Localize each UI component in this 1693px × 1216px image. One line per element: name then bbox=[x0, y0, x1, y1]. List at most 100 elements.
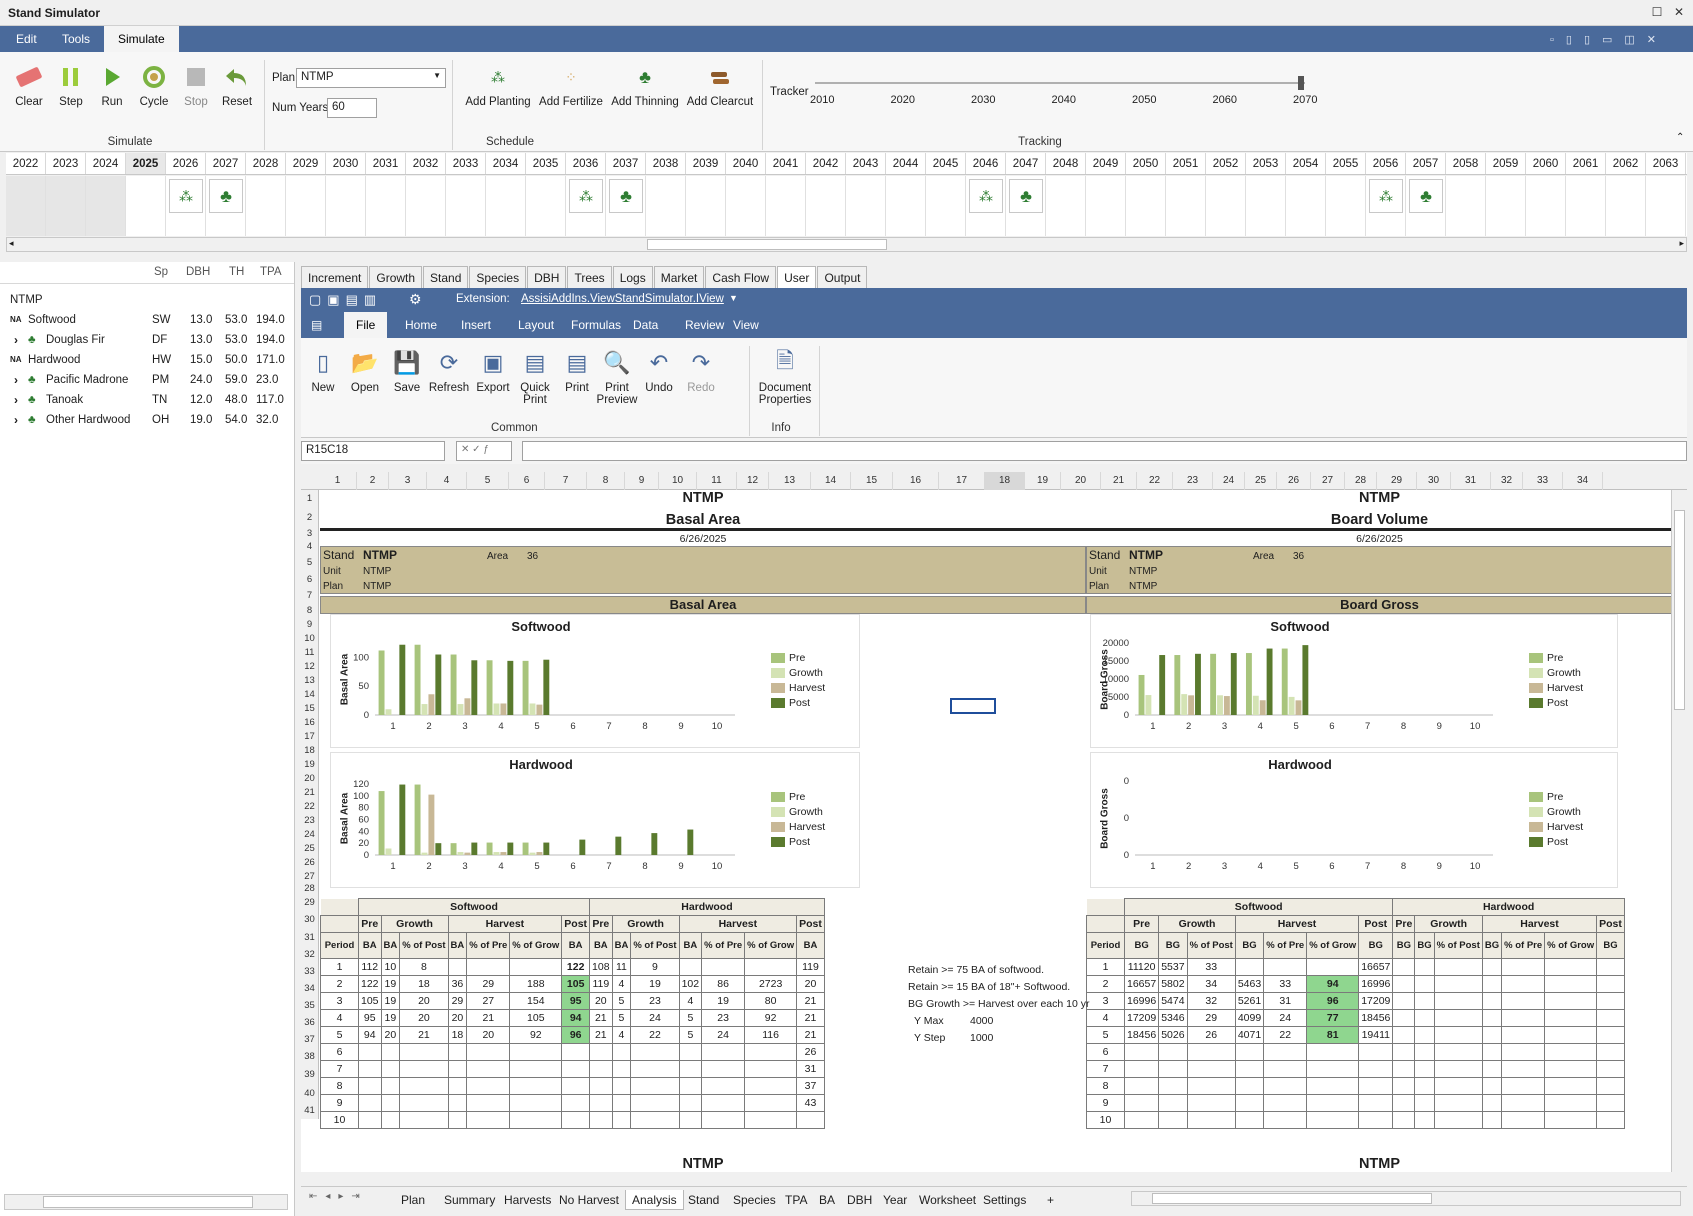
row-header[interactable]: 32 bbox=[301, 946, 319, 963]
year-cell[interactable]: 2042 bbox=[806, 153, 846, 174]
reset-button[interactable]: Reset bbox=[214, 62, 260, 108]
table-cell[interactable]: 21 bbox=[796, 992, 825, 1010]
table-cell[interactable]: 122 bbox=[561, 958, 591, 976]
table-cell[interactable] bbox=[1186, 1060, 1236, 1078]
column-header[interactable]: 14 bbox=[811, 472, 851, 490]
table-cell[interactable] bbox=[1358, 1077, 1394, 1095]
tab-user[interactable]: User bbox=[777, 266, 817, 288]
table-cell[interactable]: 96 bbox=[561, 1026, 591, 1044]
table-cell[interactable] bbox=[1263, 1094, 1308, 1112]
table-cell[interactable] bbox=[1123, 1043, 1160, 1061]
table-cell[interactable] bbox=[447, 1043, 468, 1061]
year-cell[interactable]: 2047 bbox=[1006, 153, 1046, 174]
table-cell[interactable] bbox=[701, 1060, 746, 1078]
table-cell[interactable]: 23 bbox=[701, 1009, 746, 1027]
row-header[interactable]: 17 bbox=[301, 730, 319, 744]
selected-cell[interactable] bbox=[950, 698, 996, 714]
schedule-cell[interactable] bbox=[646, 176, 686, 236]
year-cell[interactable]: 2063 bbox=[1646, 153, 1686, 174]
row-header[interactable]: 1 bbox=[301, 490, 319, 508]
table-cell[interactable] bbox=[1501, 992, 1546, 1010]
table-cell[interactable] bbox=[1433, 1060, 1483, 1078]
row-header[interactable]: 33 bbox=[301, 963, 319, 980]
table-cell[interactable]: 37 bbox=[796, 1077, 825, 1095]
year-cell[interactable]: 2033 bbox=[446, 153, 486, 174]
ss-menu-view[interactable]: View bbox=[721, 312, 771, 338]
row-header[interactable]: 4 bbox=[301, 540, 319, 554]
row-header[interactable]: 16 bbox=[301, 716, 319, 730]
table-cell[interactable] bbox=[1234, 1111, 1265, 1129]
table-cell[interactable] bbox=[358, 1077, 382, 1095]
sheet-tab-plan[interactable]: Plan bbox=[395, 1190, 431, 1210]
table-cell[interactable] bbox=[1123, 1094, 1160, 1112]
table-cell[interactable] bbox=[630, 1111, 680, 1129]
layout-icons[interactable]: ▫▯▯▭◫✕ bbox=[1550, 33, 1668, 46]
table-cell[interactable]: 95 bbox=[561, 992, 591, 1010]
quick-print-button[interactable]: ▤ Quick Print bbox=[513, 348, 557, 406]
column-header[interactable]: 7 bbox=[545, 472, 587, 490]
ss-menu-layout[interactable]: Layout bbox=[506, 312, 566, 338]
table-cell[interactable]: 5 bbox=[678, 1009, 703, 1027]
schedule-cell[interactable] bbox=[6, 176, 46, 236]
table-cell[interactable] bbox=[380, 1043, 401, 1061]
table-cell[interactable] bbox=[744, 1111, 798, 1129]
bar-chart[interactable]: Softwood Basal Area 0 50 100 1 2 3 4 5 6 7 8 9 10 Pre Gr… bbox=[330, 614, 860, 748]
table-cell[interactable]: 19 bbox=[380, 1009, 401, 1027]
column-header[interactable]: 20 bbox=[1061, 472, 1101, 490]
print-preview-button[interactable]: 🔍 Print Preview bbox=[595, 348, 639, 406]
sheet-tab-worksheet[interactable]: Worksheet bbox=[913, 1190, 982, 1210]
year-cell[interactable]: 2044 bbox=[886, 153, 926, 174]
refresh-button[interactable]: ⟳ Refresh bbox=[427, 348, 471, 394]
group-icon[interactable]: NA bbox=[10, 310, 22, 330]
table-cell[interactable] bbox=[744, 958, 798, 976]
column-header[interactable]: 15 bbox=[851, 472, 893, 490]
table-cell[interactable] bbox=[1234, 1077, 1265, 1095]
table-cell[interactable] bbox=[1544, 1026, 1598, 1044]
column-header[interactable]: 22 bbox=[1137, 472, 1173, 490]
year-cell[interactable]: 2037 bbox=[606, 153, 646, 174]
year-cell[interactable]: 2040 bbox=[726, 153, 766, 174]
year-cell[interactable]: 2058 bbox=[1446, 153, 1486, 174]
redo-button[interactable]: ↷ Redo bbox=[679, 348, 723, 394]
table-cell[interactable]: 77 bbox=[1306, 1009, 1360, 1027]
table-cell[interactable] bbox=[399, 1060, 449, 1078]
table-cell[interactable]: 17209 bbox=[1358, 992, 1394, 1010]
column-header[interactable]: 24 bbox=[1213, 472, 1245, 490]
table-cell[interactable]: 95 bbox=[358, 1009, 382, 1027]
sheet-tab-tpa[interactable]: TPA bbox=[779, 1190, 813, 1210]
table-cell[interactable]: 27 bbox=[466, 992, 511, 1010]
table-cell[interactable]: 4 bbox=[611, 975, 632, 993]
row-header[interactable]: 3 bbox=[301, 528, 319, 540]
expand-icon[interactable]: › bbox=[14, 410, 18, 430]
add-fertilize-button[interactable]: ⁘ Add Fertilize bbox=[536, 62, 606, 109]
table-cell[interactable] bbox=[1544, 1043, 1598, 1061]
table-cell[interactable] bbox=[1481, 992, 1503, 1010]
table-cell[interactable]: 26 bbox=[796, 1043, 825, 1061]
table-cell[interactable] bbox=[1544, 992, 1598, 1010]
table-cell[interactable] bbox=[611, 1043, 632, 1061]
table-cell[interactable]: 34 bbox=[1186, 975, 1236, 993]
num-years-input[interactable]: 60 bbox=[327, 98, 377, 118]
table-cell[interactable] bbox=[1544, 1009, 1598, 1027]
column-header[interactable]: 3 bbox=[389, 472, 427, 490]
table-cell[interactable] bbox=[1596, 1094, 1625, 1112]
table-cell[interactable]: 21 bbox=[796, 1009, 825, 1027]
table-cell[interactable] bbox=[1596, 958, 1625, 976]
table-cell[interactable] bbox=[1186, 1094, 1236, 1112]
column-header[interactable]: 29 bbox=[1377, 472, 1417, 490]
plan-select[interactable]: NTMP ▼ bbox=[296, 68, 446, 88]
table-cell[interactable]: 18 bbox=[447, 1026, 468, 1044]
sheet-tab-summary[interactable]: Summary bbox=[438, 1190, 501, 1210]
table-cell[interactable] bbox=[1481, 1060, 1503, 1078]
table-cell[interactable] bbox=[380, 1077, 401, 1095]
table-cell[interactable]: 20 bbox=[589, 992, 613, 1010]
table-cell[interactable] bbox=[466, 1094, 511, 1112]
run-button[interactable]: Run bbox=[89, 62, 135, 108]
table-cell[interactable]: 6 bbox=[320, 1043, 359, 1061]
table-cell[interactable]: 4099 bbox=[1234, 1009, 1265, 1027]
menu-simulate[interactable]: Simulate bbox=[104, 26, 179, 52]
table-cell[interactable]: 16996 bbox=[1123, 992, 1160, 1010]
table-cell[interactable] bbox=[611, 1060, 632, 1078]
column-header[interactable]: 34 bbox=[1563, 472, 1603, 490]
table-cell[interactable] bbox=[1501, 975, 1546, 993]
